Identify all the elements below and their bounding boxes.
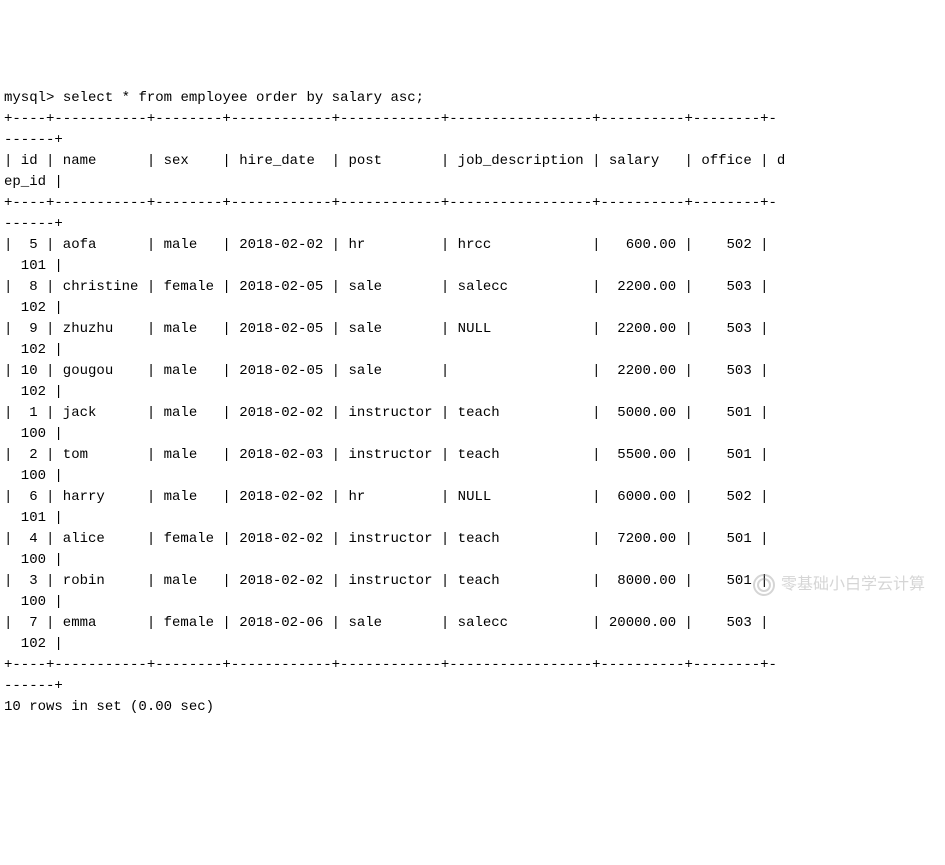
sql-query: select * from employee order by salary a… — [63, 90, 424, 106]
watermark: 零基础小白学云计算 — [753, 573, 925, 597]
wechat-icon — [753, 574, 775, 596]
watermark-text: 零基础小白学云计算 — [781, 573, 925, 597]
table-body: | 5 | aofa | male | 2018-02-02 | hr | hr… — [4, 237, 785, 652]
table-separator-bottom: +----+-----------+--------+------------+… — [4, 657, 777, 694]
mysql-terminal-output: mysql> select * from employee order by s… — [4, 88, 941, 718]
result-footer: 10 rows in set (0.00 sec) — [4, 699, 214, 715]
table-header: | id | name | sex | hire_date | post | j… — [4, 153, 785, 190]
table-separator-mid: +----+-----------+--------+------------+… — [4, 195, 777, 232]
table-separator-top: +----+-----------+--------+------------+… — [4, 111, 777, 148]
mysql-prompt: mysql> — [4, 90, 54, 106]
